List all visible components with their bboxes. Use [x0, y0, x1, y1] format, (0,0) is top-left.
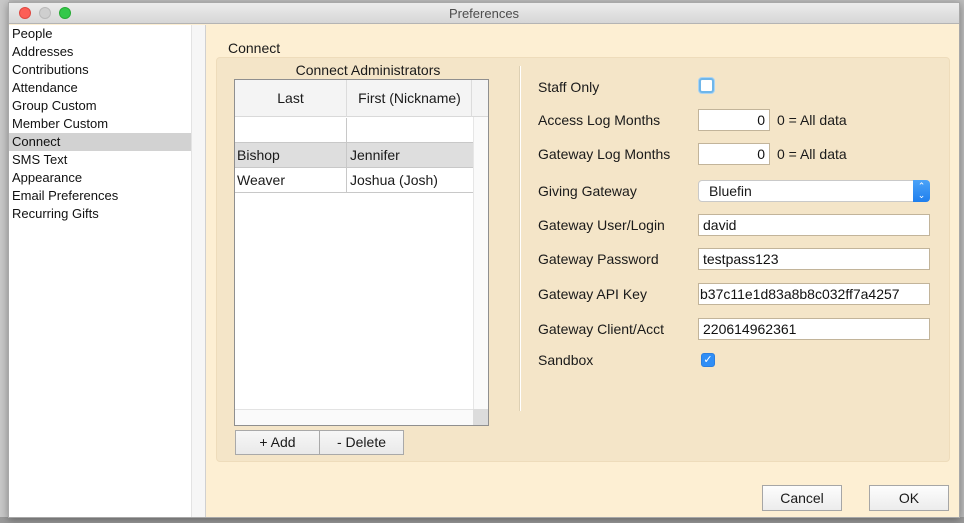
title-bar[interactable]: Preferences [9, 3, 959, 24]
column-header-first[interactable]: First (Nickname) [348, 80, 472, 117]
checkmark-icon: ✓ [703, 354, 713, 366]
window-title: Preferences [448, 6, 520, 21]
delete-administrator-button[interactable]: - Delete [319, 430, 404, 455]
table-row[interactable]: Bishop Jennifer [235, 143, 473, 168]
cancel-button[interactable]: Cancel [762, 485, 842, 511]
sidebar-splitter[interactable] [191, 25, 206, 517]
cell-last [235, 118, 347, 142]
sidebar-item-email-preferences[interactable]: Email Preferences [9, 187, 191, 205]
staff-only-checkbox[interactable] [699, 78, 714, 93]
select-arrows-icon: ⌃ ⌄ [913, 180, 930, 202]
sidebar-item-group-custom[interactable]: Group Custom [9, 97, 191, 115]
add-administrator-button[interactable]: + Add [235, 430, 320, 455]
cell-first: Jennifer [350, 147, 400, 163]
administrators-table: Last First (Nickname) Bishop Jennifer We… [234, 79, 489, 426]
sidebar-item-member-custom[interactable]: Member Custom [9, 115, 191, 133]
sidebar-item-recurring-gifts[interactable]: Recurring Gifts [9, 205, 191, 223]
section-title: Connect [228, 40, 281, 56]
gateway-log-months-hint: 0 = All data [777, 146, 847, 162]
table-header: Last First (Nickname) [235, 80, 488, 117]
giving-gateway-value: Bluefin [709, 183, 752, 199]
cell-last: Bishop [235, 143, 347, 167]
table-row[interactable]: Weaver Joshua (Josh) [235, 168, 473, 193]
gateway-log-months-label: Gateway Log Months [538, 146, 671, 162]
sandbox-label: Sandbox [538, 352, 594, 368]
gateway-api-key-input[interactable]: b37c11e1d83a8b8c032ff7a4257 [698, 283, 930, 305]
sidebar-item-addresses[interactable]: Addresses [9, 43, 191, 61]
sandbox-checkbox[interactable]: ✓ [701, 353, 715, 367]
sidebar-item-appearance[interactable]: Appearance [9, 169, 191, 187]
giving-gateway-label: Giving Gateway [538, 183, 637, 199]
column-header-last[interactable]: Last [235, 80, 347, 117]
gateway-user-input[interactable]: david [698, 214, 930, 236]
staff-only-label: Staff Only [538, 79, 600, 95]
gateway-user-label: Gateway User/Login [538, 217, 665, 233]
gateway-client-input[interactable]: 220614962361 [698, 318, 930, 340]
vertical-divider [519, 66, 521, 411]
connect-group-box: Connect Administrators Last First (Nickn… [216, 57, 950, 462]
horizontal-scrollbar[interactable] [235, 409, 473, 425]
sidebar-item-sms-text[interactable]: SMS Text [9, 151, 191, 169]
access-log-months-hint: 0 = All data [777, 112, 847, 128]
ok-button[interactable]: OK [869, 485, 949, 511]
cell-first [348, 118, 473, 142]
giving-gateway-select[interactable]: Bluefin ⌃ ⌄ [698, 180, 930, 202]
access-log-months-label: Access Log Months [538, 112, 661, 128]
vertical-scrollbar[interactable] [473, 117, 488, 409]
preferences-sidebar: People Addresses Contributions Attendanc… [9, 25, 191, 517]
gateway-log-months-input[interactable]: 0 [698, 143, 770, 165]
scroll-corner [473, 409, 488, 425]
gateway-api-key-label: Gateway API Key [538, 286, 647, 302]
preferences-window: Preferences People Addresses Contributio… [8, 2, 960, 518]
sidebar-item-people[interactable]: People [9, 25, 191, 43]
cell-last: Weaver [235, 168, 347, 192]
access-log-months-input[interactable]: 0 [698, 109, 770, 131]
sidebar-item-contributions[interactable]: Contributions [9, 61, 191, 79]
sidebar-item-connect[interactable]: Connect [9, 133, 191, 151]
connect-settings-panel: Connect Connect Administrators Last Firs… [207, 25, 959, 517]
gateway-client-label: Gateway Client/Acct [538, 321, 665, 337]
gateway-password-input[interactable]: testpass123 [698, 248, 930, 270]
sidebar-item-attendance[interactable]: Attendance [9, 79, 191, 97]
table-row[interactable] [235, 118, 473, 143]
gateway-password-label: Gateway Password [538, 251, 659, 267]
cell-first: Joshua (Josh) [350, 172, 438, 188]
administrators-title: Connect Administrators [295, 62, 441, 78]
